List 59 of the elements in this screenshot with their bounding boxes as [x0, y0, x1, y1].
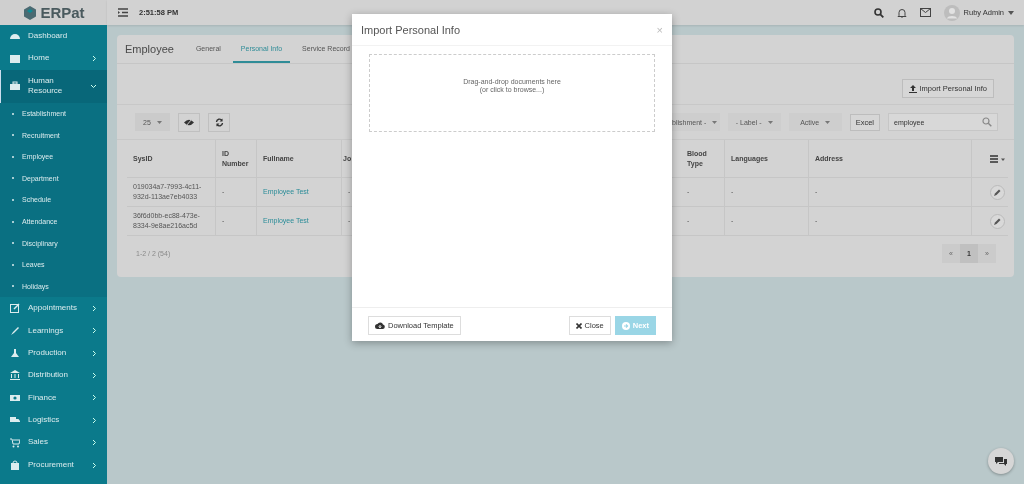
caret-icon: [825, 120, 831, 124]
logo-icon: [22, 4, 39, 21]
bank-icon: [10, 370, 20, 381]
chevron-right-icon: [92, 328, 97, 334]
sidebar-item[interactable]: Procurement: [0, 453, 107, 477]
refresh-icon: [214, 117, 224, 127]
chevron-down-icon: [91, 83, 96, 89]
sidebar-item[interactable]: Home: [0, 47, 107, 70]
menu-icon[interactable]: [118, 8, 128, 17]
column-menu-icon[interactable]: [990, 154, 1005, 163]
chevron-right-icon: [92, 417, 97, 423]
arrow-circle-icon: [621, 321, 630, 330]
sidebar-item[interactable]: Dashboard: [0, 25, 107, 48]
sidebar-item[interactable]: Distribution: [0, 364, 107, 387]
chevron-right-icon: [92, 305, 97, 311]
sidebar-item[interactable]: Finance: [0, 386, 107, 410]
caret-icon: [712, 120, 718, 124]
chevron-right-icon: [92, 373, 97, 378]
app-logo: ERPat: [40, 4, 85, 21]
dialog-title: Import Personal Info: [361, 23, 461, 36]
flask-icon: [10, 348, 20, 359]
sidebar-item[interactable]: Learnings: [0, 319, 107, 342]
caret-icon: [156, 120, 162, 124]
edit-button[interactable]: [990, 184, 1005, 200]
search-icon: [982, 117, 992, 127]
edit-button[interactable]: [990, 213, 1005, 229]
sidebar-item[interactable]: Logistics: [0, 409, 107, 432]
cart-icon: [10, 437, 20, 448]
sidebar-item[interactable]: Human Resource: [0, 69, 107, 103]
eye-icon: [184, 118, 194, 126]
money-icon: [10, 392, 20, 403]
visibility-button[interactable]: [178, 112, 200, 132]
brush-icon: [10, 325, 20, 336]
bell-icon[interactable]: [896, 7, 907, 18]
edit-icon: [10, 303, 20, 314]
sidebar-item[interactable]: Sales: [0, 431, 107, 454]
dashboard-icon: [10, 31, 20, 42]
chevron-right-icon: [92, 440, 97, 446]
chevron-right-icon: [92, 462, 97, 468]
refresh-button[interactable]: [208, 112, 230, 132]
chat-icon: [995, 456, 1007, 466]
bag-icon: [10, 460, 20, 471]
chevron-right-icon: [92, 395, 97, 401]
upload-icon: [909, 84, 918, 93]
close-icon: [575, 322, 582, 329]
mail-icon[interactable]: [919, 8, 931, 17]
chevron-right-icon: [92, 56, 97, 62]
briefcase-icon: [10, 81, 20, 92]
page-title: Employee: [125, 43, 174, 55]
sidebar-item[interactable]: Appointments: [0, 297, 107, 320]
pencil-icon: [994, 217, 1001, 225]
pencil-icon: [994, 188, 1001, 196]
caret-icon: [767, 120, 773, 124]
chevron-right-icon: [92, 350, 97, 356]
search-icon[interactable]: [873, 7, 884, 18]
chat-button[interactable]: [988, 448, 1014, 474]
caret-icon[interactable]: [1008, 10, 1014, 15]
cloud-download-icon: [375, 321, 385, 330]
sidebar-item[interactable]: Production: [0, 341, 107, 365]
